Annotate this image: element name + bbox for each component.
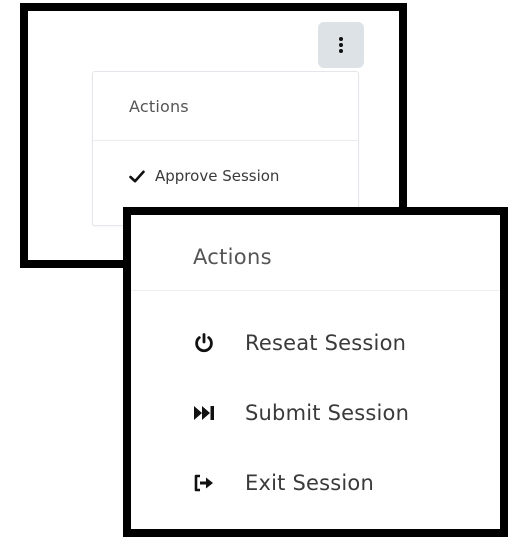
power-icon <box>195 333 213 353</box>
menu-item-submit-session[interactable]: Submit Session <box>193 401 409 425</box>
screenshot-panel-zoomed: Actions Reseat Session Submit Session Ex… <box>123 207 508 537</box>
menu-divider <box>93 140 358 141</box>
more-actions-button[interactable] <box>318 22 364 68</box>
menu-item-label: Exit Session <box>245 471 374 495</box>
menu-item-approve-session[interactable]: Approve Session <box>129 167 279 185</box>
menu-item-label: Submit Session <box>245 401 410 425</box>
menu-item-exit-session[interactable]: Exit Session <box>193 471 374 495</box>
menu-header: Actions <box>193 245 272 269</box>
menu-item-label: Reseat Session <box>245 331 407 355</box>
menu-item-reseat-session[interactable]: Reseat Session <box>193 331 406 355</box>
actions-dropdown-menu: Actions Approve Session <box>92 71 359 226</box>
sign-out-icon <box>194 474 213 492</box>
fast-forward-icon <box>194 406 214 420</box>
check-icon <box>129 170 145 182</box>
menu-header: Actions <box>129 97 189 116</box>
menu-divider <box>131 290 500 291</box>
menu-item-label: Approve Session <box>155 167 280 185</box>
ellipsis-vertical-icon <box>339 37 343 53</box>
